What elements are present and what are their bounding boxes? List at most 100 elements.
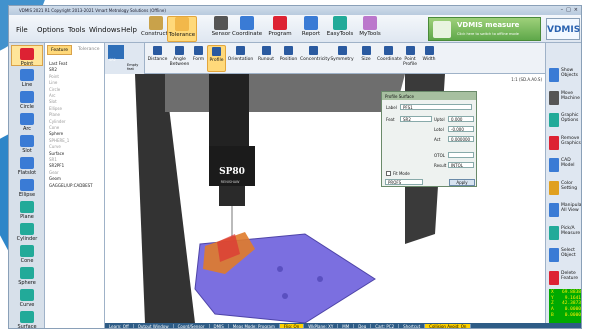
thumbnail-sub: Empty feat (127, 63, 139, 71)
tool-point-button[interactable]: Point (11, 45, 43, 67)
color-setting-button[interactable]: Color Setting (548, 178, 581, 200)
tree-item[interactable]: Arc (49, 93, 56, 98)
status-item[interactable]: Shortcut (399, 324, 426, 328)
tolerance-orientation-button[interactable]: Orientation (227, 45, 254, 72)
tool-line-button[interactable]: Line (11, 67, 43, 88)
tolerance-angle-between-button[interactable]: Angle Between (169, 45, 190, 72)
tree-item[interactable]: Cylinder (49, 119, 66, 124)
tree-item[interactable]: SPHERE_1 (49, 138, 69, 143)
tool-cylinder-button[interactable]: Cylinder (11, 221, 43, 242)
tool-ellipse-button[interactable]: Ellipse (11, 177, 43, 198)
tree-item[interactable]: Curve (49, 144, 61, 149)
menu-help[interactable]: Help (121, 26, 137, 34)
status-item[interactable]: Flip: On (279, 324, 305, 328)
feature-toolbar: Point Line Circle Arc Slot Flatslot Ellipse Pla… (9, 43, 45, 328)
status-item[interactable]: Cart: PC2 (371, 324, 400, 328)
symmetry-icon (337, 46, 347, 55)
ribbon-easytools-button[interactable]: EasyTools (325, 16, 355, 42)
uptol-input[interactable]: 0.000 (448, 116, 474, 122)
tolerance-runout-button[interactable]: Runout (255, 45, 277, 72)
tolerance-type-select[interactable]: PROFS (385, 179, 423, 185)
tool-curve-button[interactable]: Curve (11, 287, 43, 308)
show-objects-button[interactable]: Show Objects (548, 65, 581, 87)
tree-item[interactable]: Point (49, 74, 59, 79)
menu-tools[interactable]: Tools (68, 26, 85, 34)
tree-item[interactable]: Circle (49, 87, 60, 92)
tree-item[interactable]: Last Feat (49, 61, 67, 66)
close-icon[interactable]: × (574, 7, 578, 13)
ribbon-coordinate-button[interactable]: Coordinate (232, 16, 262, 42)
tree-item[interactable]: Plane (49, 112, 60, 117)
select-object-button[interactable]: Select Object (548, 245, 581, 267)
tool-circle-button[interactable]: Circle (11, 89, 43, 110)
ribbon-tolerance-button[interactable]: Tolerance (167, 16, 197, 42)
tool-flatslot-button[interactable]: Flatslot (11, 155, 43, 176)
delete-feature-button[interactable]: Delete Feature (548, 268, 581, 290)
label-input[interactable]: PFS1 (400, 104, 472, 110)
tree-item[interactable]: Cone (49, 125, 59, 130)
lotol-input[interactable]: -0.000 (448, 126, 474, 132)
status-item[interactable]: DMIS (210, 324, 229, 328)
tree-item[interactable]: Geom (49, 176, 61, 181)
tree-item[interactable]: Line (49, 80, 57, 85)
tool-plane-button[interactable]: Plane (11, 199, 43, 220)
graphic-options-icon (549, 113, 559, 127)
feat-input[interactable]: SR2 (400, 116, 432, 122)
tree-item[interactable]: SR1 (49, 157, 57, 162)
tree-item[interactable]: Slot (49, 99, 57, 104)
status-item[interactable]: Meas Mode: Program (229, 324, 280, 328)
vdmis-measure-banner[interactable]: VDMIS measure Click here to switch to of… (428, 17, 541, 41)
tab-feature[interactable]: Feature (47, 45, 73, 55)
status-item[interactable]: Coord/Sensor (174, 324, 210, 328)
show-objects-icon (549, 68, 559, 82)
tolerance-size-button[interactable]: Size (357, 45, 375, 72)
menu-options[interactable]: Options (37, 26, 64, 34)
tool-cone-button[interactable]: Cone (11, 243, 43, 264)
ribbon-report-button[interactable]: Report (296, 16, 326, 42)
tool-sphere-button[interactable]: Sphere (11, 265, 43, 286)
apply-button[interactable]: Apply (449, 179, 475, 186)
move-machine-button[interactable]: Move Machine (548, 88, 581, 110)
tolerance-point-profile-button[interactable]: Point Profile (401, 45, 419, 72)
tolerance-profile-button[interactable]: Profile (207, 45, 226, 72)
maximize-icon[interactable]: □ (566, 7, 571, 13)
cmm-3d-view[interactable]: SP80 RENISHAW 1:1 (SD.A.A0.S) (105, 74, 545, 323)
tolerance-concentricity-button[interactable]: Concentricity (300, 45, 330, 72)
tool-slot-button[interactable]: Slot (11, 133, 43, 154)
menu-windows[interactable]: Windows (89, 26, 120, 34)
ribbon-mytools-button[interactable]: MyTools (355, 16, 385, 42)
status-item[interactable]: Deg (354, 324, 372, 328)
status-item[interactable]: Learn: Off (105, 324, 134, 328)
tree-item[interactable]: Gear (49, 170, 59, 175)
tree-item[interactable]: Ellipse (49, 106, 62, 111)
tolerance-width-button[interactable]: Width (421, 45, 437, 72)
tree-item[interactable]: SR2PF1 (49, 163, 64, 168)
ellipse-icon (20, 179, 34, 191)
remove-graphics-button[interactable]: Remove Graphics (548, 133, 581, 155)
tool-arc-button[interactable]: Arc (11, 111, 43, 132)
cad-model-button[interactable]: CAD Model (548, 155, 581, 177)
menu-file[interactable]: File (16, 26, 28, 34)
tree-item[interactable]: GAGGEL/UP:CADBEST (49, 183, 93, 188)
tolerance-coordinate-button[interactable]: Coordinate (377, 45, 402, 72)
tree-item[interactable]: SR2 (49, 67, 57, 72)
minimize-icon[interactable]: – (561, 7, 564, 13)
tree-item[interactable]: Surface (49, 151, 64, 156)
tool-surface-button[interactable]: Surface (11, 309, 43, 328)
ribbon-program-button[interactable]: Program (265, 16, 295, 42)
manipulate-button[interactable]: Manipulate All View (548, 200, 581, 222)
pick-measure-button[interactable]: Pick/A Measure (548, 223, 581, 245)
status-item[interactable]: WkPlane: XY (304, 324, 339, 328)
fit-mode-checkbox[interactable] (386, 171, 391, 176)
tolerance-position-button[interactable]: Position (278, 45, 299, 72)
tolerance-distance-button[interactable]: Distance (147, 45, 168, 72)
tree-item[interactable]: Sphere (49, 131, 63, 136)
tab-tolerance[interactable]: Tolerance (75, 45, 102, 55)
graphic-options-button[interactable]: Graphic Options (548, 110, 581, 132)
thumbnail-image[interactable]: SR2 (108, 45, 124, 62)
tolerance-symmetry-button[interactable]: Symmetry (328, 45, 356, 72)
status-item[interactable]: Output Window (134, 324, 174, 328)
status-item[interactable]: MM (338, 324, 355, 328)
tolerance-form-button[interactable]: Form (191, 45, 206, 72)
status-item[interactable]: Collision Avoid: On (425, 324, 472, 328)
